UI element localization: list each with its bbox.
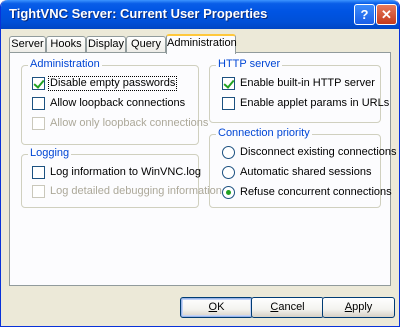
tab-administration[interactable]: Administration [166,34,237,54]
title-bar[interactable]: TightVNC Server: Current User Properties… [1,0,399,29]
checkbox-checked-icon[interactable] [222,77,235,90]
connection-priority-group-label: Connection priority [216,127,312,139]
ok-button[interactable]: OK [180,297,253,318]
radio-disconnect-existing[interactable]: Disconnect existing connections [222,146,397,160]
radio-refuse-concurrent[interactable]: Refuse concurrent connections [222,186,392,200]
radio-label: Disconnect existing connections [240,146,397,158]
logging-group-label: Logging [28,147,72,159]
administration-group-label: Administration [28,58,102,70]
ok-label-rest: K [217,301,225,313]
cancel-label-rest: ancel [278,301,305,313]
help-button[interactable]: ? [354,4,375,25]
apply-button[interactable]: Apply [322,297,395,318]
checkbox-label: Disable empty passwords [47,76,178,91]
radio-label: Automatic shared sessions [240,166,372,178]
checkbox-applet-params[interactable]: Enable applet params in URLs [222,97,389,111]
tab-server[interactable]: Server [9,36,46,53]
checkbox-label: Allow loopback connections [50,97,186,109]
checkbox-icon[interactable] [32,97,45,110]
checkbox-allow-only-loopback: Allow only loopback connections [32,117,208,131]
close-button[interactable]: ✕ [376,4,397,25]
checkbox-icon[interactable] [222,97,235,110]
checkbox-icon[interactable] [32,166,45,179]
http-server-group: HTTP server Enable built-in HTTP server … [209,58,389,123]
http-server-group-label: HTTP server [216,58,283,70]
window-title: TightVNC Server: Current User Properties [9,6,268,21]
checkbox-log-to-file[interactable]: Log information to WinVNC.log [32,166,201,180]
checkbox-log-debug: Log detailed debugging information [32,185,222,199]
tab-display[interactable]: Display [86,36,126,53]
administration-group: Administration Disable empty passwords A… [21,58,208,145]
checkbox-label: Log information to WinVNC.log [50,166,202,178]
cancel-button[interactable]: Cancel [251,297,324,318]
checkbox-disabled-icon [32,185,45,198]
connection-priority-group: Connection priority Disconnect existing … [209,127,397,208]
checkbox-disabled-icon [32,117,45,130]
radio-automatic-shared[interactable]: Automatic shared sessions [222,166,377,180]
radio-icon[interactable] [222,166,235,179]
logging-group: Logging Log information to WinVNC.log Lo… [21,147,222,208]
radio-selected-icon[interactable] [222,186,235,199]
checkbox-label: Log detailed debugging information [50,185,222,197]
radio-icon[interactable] [222,146,235,159]
close-icon: ✕ [381,7,392,22]
properties-dialog: TightVNC Server: Current User Properties… [0,0,400,327]
apply-mnemonic: A [344,301,353,313]
radio-label: Refuse concurrent connections [240,186,392,198]
checkbox-checked-icon[interactable] [32,77,45,90]
apply-label-rest: pply [352,301,373,313]
checkbox-allow-loopback[interactable]: Allow loopback connections [32,97,192,111]
checkbox-label: Enable applet params in URLs [240,97,390,109]
checkbox-enable-http-server[interactable]: Enable built-in HTTP server [222,77,377,91]
ok-mnemonic: O [208,301,218,313]
checkbox-label: Allow only loopback connections [50,117,209,129]
checkbox-label: Enable built-in HTTP server [240,77,375,89]
administration-tab-panel: Administration Disable empty passwords A… [9,52,397,286]
tab-query[interactable]: Query [126,36,166,53]
tab-hooks[interactable]: Hooks [46,36,86,53]
checkbox-disable-empty-passwords[interactable]: Disable empty passwords [32,76,192,91]
